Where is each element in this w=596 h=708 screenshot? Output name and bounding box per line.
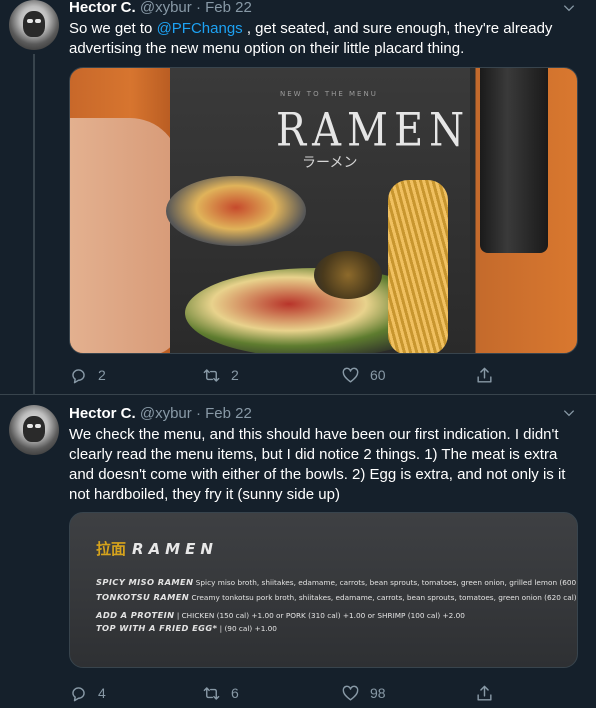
like-button[interactable]: 98 [341,683,386,703]
tweet-date[interactable]: Feb 22 [205,0,252,16]
like-icon [341,366,360,385]
photo-hand [70,118,180,353]
mention-link[interactable]: @PFChangs [157,20,243,37]
tweet-actions: 2 2 60 [69,365,509,385]
placard-subtitle: NEW TO THE MENU [280,90,378,98]
photo-bottle [480,68,548,253]
menu-item-name: SPICY MISO RAMEN [96,577,194,587]
menu-heading-kanji: 拉面 [96,540,127,558]
placard-title: RAMEN [276,104,471,157]
menu-item-desc: Creamy tonkotsu pork broth, shiitakes, e… [191,593,578,602]
menu-egg-option: | (90 cal) +1.00 [219,624,277,633]
like-count: 98 [370,685,386,701]
reply-button[interactable]: 4 [69,683,106,703]
photo-bowl [166,176,306,246]
author-handle[interactable]: @xybur [140,0,192,16]
separator: · [195,405,201,422]
chevron-down-icon[interactable] [562,406,576,420]
tweet-photo[interactable]: NEW TO THE MENU RAMEN ラーメン [69,67,578,354]
menu-item-name: TONKOTSU RAMEN [96,592,190,602]
thread-line [33,54,35,394]
placard-japanese: ラーメン [302,155,358,171]
tweet-header: Hector C. @xybur · Feb 22 [69,405,252,423]
tweet-header: Hector C. @xybur · Feb 22 [69,0,252,17]
retweet-button[interactable]: 6 [202,683,239,703]
retweet-icon [202,684,221,703]
author-handle[interactable]: @xybur [140,405,192,422]
like-icon [341,684,360,703]
menu-add-protein: ADD A PROTEIN | CHICKEN (150 cal) +1.00 … [96,610,465,620]
share-button[interactable] [475,683,494,703]
reply-button[interactable]: 2 [69,365,106,385]
avatar[interactable] [9,405,59,455]
menu-egg-label: TOP WITH A FRIED EGG* [96,623,218,633]
chevron-down-icon[interactable] [562,1,576,15]
like-count: 60 [370,367,386,383]
reply-icon [69,366,88,385]
tweet[interactable]: Hector C. @xybur · Feb 22 So we get to @… [0,0,596,394]
like-button[interactable]: 60 [341,365,386,385]
reply-count: 2 [98,367,106,383]
share-button[interactable] [475,365,494,385]
tweet-photo[interactable]: 拉面 RAMEN SPICY MISO RAMEN Spicy miso brot… [69,512,578,668]
menu-item-desc: Spicy miso broth, shiitakes, edamame, ca… [195,578,578,587]
menu-add-protein-options: | CHICKEN (150 cal) +1.00 or PORK (310 c… [176,611,465,620]
tweet-date[interactable]: Feb 22 [205,405,252,422]
tweet-text: We check the menu, and this should have … [69,426,566,503]
author-name[interactable]: Hector C. [69,0,136,16]
avatar[interactable] [9,0,59,50]
photo-noodles [388,180,448,353]
share-icon [475,366,494,385]
retweet-button[interactable]: 2 [202,365,239,385]
menu-add-protein-label: ADD A PROTEIN [96,610,175,620]
separator: · [195,0,201,16]
menu-fried-egg: TOP WITH A FRIED EGG* | (90 cal) +1.00 [96,623,277,633]
menu-item: SPICY MISO RAMEN Spicy miso broth, shiit… [96,577,578,587]
reply-count: 4 [98,685,106,701]
reply-icon [69,684,88,703]
tweet-text-part: So we get to [69,20,157,37]
author-name[interactable]: Hector C. [69,405,136,422]
tweet[interactable]: Hector C. @xybur · Feb 22 We check the m… [0,394,596,708]
retweet-icon [202,366,221,385]
retweet-count: 6 [231,685,239,701]
retweet-count: 2 [231,367,239,383]
tweet-text: So we get to @PFChangs , get seated, and… [69,19,569,59]
menu-heading: 拉面 RAMEN [96,538,218,559]
photo-lemon [314,251,382,299]
menu-item: TONKOTSU RAMEN Creamy tonkotsu pork brot… [96,592,578,602]
tweet-actions: 4 6 98 [69,683,509,703]
menu-heading-text: RAMEN [132,540,218,558]
share-icon [475,684,494,703]
